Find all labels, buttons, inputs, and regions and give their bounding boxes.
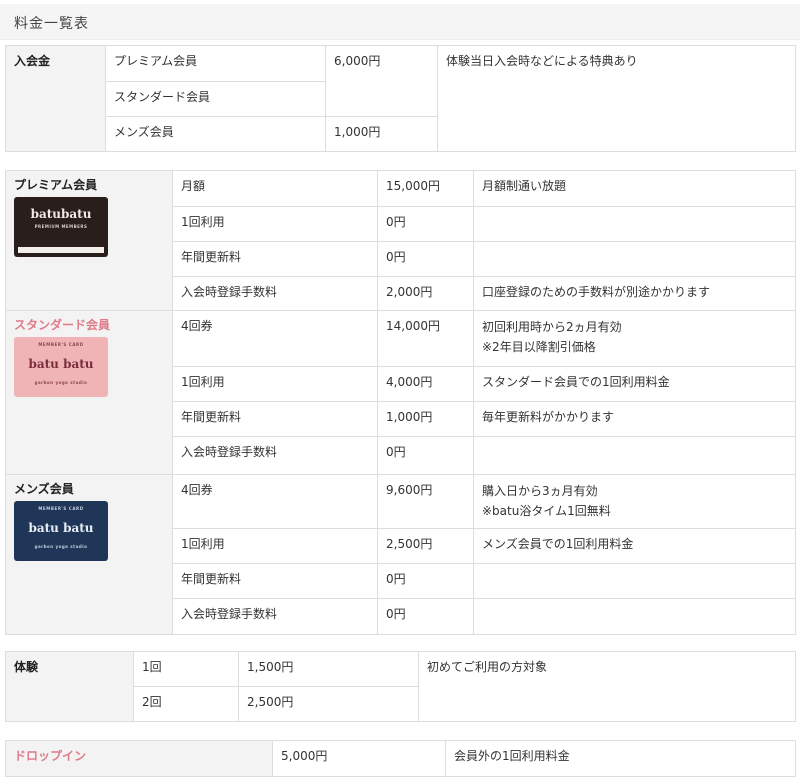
- table-cell-item: 4回券: [172, 310, 378, 367]
- table-cell-price: 0円: [377, 241, 474, 277]
- table-cell-note: 月額制通い放題: [473, 170, 796, 207]
- entry-fee-note: 体験当日入会時などによる特典あり: [437, 45, 796, 152]
- trial-note: 初めてご利用の方対象: [418, 651, 796, 722]
- table-cell-item: 年間更新料: [172, 401, 378, 437]
- table-cell-item: 4回券: [172, 474, 378, 529]
- table-cell-price: 0円: [377, 563, 474, 599]
- entry-type-standard: スタンダード会員: [105, 81, 326, 117]
- table-cell-item: 年間更新料: [172, 241, 378, 277]
- table-cell-price: 15,000円: [377, 170, 474, 207]
- entry-fee-label: 入会金: [5, 45, 106, 152]
- card-logo: batu batu: [28, 357, 94, 371]
- table-cell-item: 入会時登録手数料: [172, 598, 378, 635]
- table-cell-note: 毎年更新料がかかります: [473, 401, 796, 437]
- table-cell-price: 1,000円: [377, 401, 474, 437]
- trial-count-1: 1回: [133, 651, 239, 687]
- dropin-price: 5,000円: [272, 740, 446, 777]
- table-cell-price: 0円: [377, 598, 474, 635]
- card-subtitle: garbon yoga studio: [34, 544, 88, 549]
- membership-premium: プレミアム会員 batubatu PREMIUM MEMBERS: [5, 170, 173, 311]
- dropin-table: ドロップイン 5,000円 会員外の1回利用料金: [5, 740, 796, 777]
- table-cell-item: 1回利用: [172, 206, 378, 242]
- membership-mens: メンズ会員 MEMBER'S CARD batu batu garbon yog…: [5, 474, 173, 635]
- table-cell-note: [473, 436, 796, 475]
- entry-type-mens: メンズ会員: [105, 116, 326, 152]
- card-logo: batubatu: [30, 207, 92, 221]
- dropin-note: 会員外の1回利用料金: [445, 740, 796, 777]
- table-cell-price: 0円: [377, 436, 474, 475]
- note-text: 購入日から3ヵ月有効 ※batu浴タイム1回無料: [482, 484, 611, 518]
- entry-fee-table: 入会金 プレミアム会員 6,000円 体験当日入会時などによる特典あり スタンダ…: [5, 45, 796, 152]
- table-cell-note: [473, 206, 796, 242]
- membership-name: メンズ会員: [14, 482, 74, 496]
- table-cell-item: 入会時登録手数料: [172, 276, 378, 311]
- table-cell-price: 9,600円: [377, 474, 474, 529]
- entry-price-mens: 1,000円: [325, 116, 438, 152]
- premium-member-card: batubatu PREMIUM MEMBERS: [14, 197, 108, 257]
- table-cell-note: [473, 598, 796, 635]
- table-cell-item: 月額: [172, 170, 378, 207]
- table-cell-item: 年間更新料: [172, 563, 378, 599]
- table-cell-item: 入会時登録手数料: [172, 436, 378, 475]
- membership-standard: スタンダード会員 MEMBER'S CARD batu batu garbon …: [5, 310, 173, 475]
- trial-label: 体験: [5, 651, 134, 722]
- table-cell-price: 2,500円: [377, 528, 474, 564]
- table-cell-item: 1回利用: [172, 528, 378, 564]
- card-topmark: MEMBER'S CARD: [38, 342, 84, 347]
- table-cell-note: メンズ会員での1回利用料金: [473, 528, 796, 564]
- membership-name: プレミアム会員: [14, 178, 98, 192]
- page-title: 料金一覧表: [14, 16, 89, 32]
- table-cell-note: 初回利用時から2ヵ月有効 ※2年目以降割引価格: [473, 310, 796, 367]
- table-cell-note: 購入日から3ヵ月有効 ※batu浴タイム1回無料: [473, 474, 796, 529]
- table-cell-note: スタンダード会員での1回利用料金: [473, 366, 796, 402]
- table-cell-item: 1回利用: [172, 366, 378, 402]
- trial-price-1: 1,500円: [238, 651, 419, 687]
- table-cell-price: 14,000円: [377, 310, 474, 367]
- note-text: 初回利用時から2ヵ月有効 ※2年目以降割引価格: [482, 320, 622, 354]
- table-cell-note: [473, 241, 796, 277]
- table-cell-price: 4,000円: [377, 366, 474, 402]
- card-strip: [18, 247, 104, 253]
- trial-table: 体験 1回 1,500円 初めてご利用の方対象 2回 2,500円: [5, 651, 796, 722]
- trial-count-2: 2回: [133, 686, 239, 722]
- card-logo: batu batu: [28, 521, 94, 535]
- page-title-bar: 料金一覧表: [0, 4, 800, 40]
- card-subtitle: PREMIUM MEMBERS: [34, 224, 88, 229]
- table-cell-price: 0円: [377, 206, 474, 242]
- table-cell-note: 口座登録のための手数料が別途かかります: [473, 276, 796, 311]
- table-cell-price: 2,000円: [377, 276, 474, 311]
- membership-table: プレミアム会員 batubatu PREMIUM MEMBERS 月額 15,0…: [5, 170, 796, 635]
- trial-price-2: 2,500円: [238, 686, 419, 722]
- card-subtitle: garbon yoga studio: [34, 380, 88, 385]
- dropin-label: ドロップイン: [5, 740, 273, 777]
- membership-name: スタンダード会員: [14, 318, 111, 332]
- entry-price-premium: 6,000円: [325, 45, 438, 117]
- table-cell-note: [473, 563, 796, 599]
- card-topmark: MEMBER'S CARD: [38, 506, 84, 511]
- entry-type-premium: プレミアム会員: [105, 45, 326, 82]
- standard-member-card: MEMBER'S CARD batu batu garbon yoga stud…: [14, 337, 108, 397]
- mens-member-card: MEMBER'S CARD batu batu garbon yoga stud…: [14, 501, 108, 561]
